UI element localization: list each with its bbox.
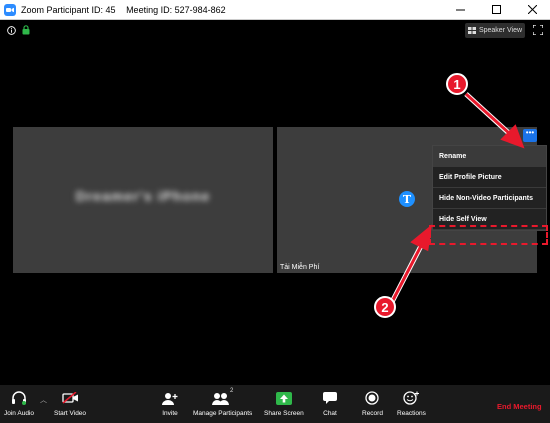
participant-id: Zoom Participant ID: 45: [21, 4, 116, 15]
invite-button[interactable]: Invite: [162, 388, 178, 417]
participant-name: Tải Miễn Phí: [280, 264, 320, 271]
start-video-button[interactable]: Start Video: [54, 388, 86, 417]
participant-name-blurred: Dreamer's iPhone: [75, 188, 211, 204]
close-icon: [527, 5, 537, 14]
maximize-button[interactable]: [478, 0, 514, 20]
info-icon[interactable]: [7, 25, 16, 35]
share-screen-icon: [275, 391, 292, 405]
reactions-label: Reactions: [397, 410, 426, 417]
speaker-view-label: Speaker View: [478, 27, 523, 34]
participant-context-menu: Rename Edit Profile Picture Hide Non-Vid…: [432, 145, 547, 231]
speaker-view-button[interactable]: Speaker View: [465, 23, 525, 38]
start-video-label: Start Video: [54, 410, 87, 417]
participants-icon: [211, 392, 229, 405]
participant-count: 2: [229, 388, 234, 394]
share-screen-button[interactable]: Share Screen: [264, 388, 304, 417]
ellipsis-icon: •••: [525, 128, 535, 137]
manage-participants-button[interactable]: 2 Manage Participants: [193, 388, 252, 417]
close-button[interactable]: [514, 0, 550, 20]
menu-item-rename[interactable]: Rename: [433, 146, 546, 167]
encryption-lock-icon[interactable]: [22, 25, 30, 35]
grid-icon: [467, 27, 476, 34]
title-bar: Zoom Participant ID: 45 Meeting ID: 527-…: [0, 0, 550, 20]
end-meeting-button[interactable]: End Meeting: [497, 402, 542, 411]
menu-item-edit-profile-picture[interactable]: Edit Profile Picture: [433, 167, 546, 188]
chat-button[interactable]: Chat: [323, 388, 337, 417]
menu-item-hide-non-video[interactable]: Hide Non-Video Participants: [433, 188, 546, 209]
meeting-toolbar: Join Audio ︿ Start Video Invite 2 Manage…: [0, 385, 550, 423]
chat-label: Chat: [323, 410, 337, 417]
zoom-app-icon: [4, 3, 16, 16]
invite-label: Invite: [162, 410, 178, 417]
fullscreen-icon[interactable]: [533, 25, 543, 35]
chat-icon: [323, 391, 337, 404]
minimize-icon: [455, 9, 465, 11]
manage-participants-label: Manage Participants: [193, 410, 253, 417]
maximize-icon: [491, 5, 501, 14]
smiley-plus-icon: [403, 391, 420, 405]
reactions-button[interactable]: Reactions: [397, 388, 426, 417]
audio-options-chevron-icon[interactable]: ︿: [40, 395, 47, 405]
record-label: Record: [362, 410, 383, 417]
video-tile-dreamer[interactable]: Dreamer's iPhone: [13, 127, 273, 273]
meeting-id: Meeting ID: 527-984-862: [126, 4, 226, 15]
record-button[interactable]: Record: [362, 388, 383, 417]
record-icon: [365, 391, 380, 405]
join-audio-label: Join Audio: [4, 410, 34, 417]
brand-logo: T: [399, 191, 415, 207]
window-title: Zoom Participant ID: 45 Meeting ID: 527-…: [21, 5, 442, 15]
highlight-box: [429, 225, 548, 245]
add-person-icon: [162, 392, 178, 405]
headphones-icon: [12, 391, 26, 405]
more-options-button[interactable]: •••: [523, 129, 537, 142]
step-2-badge: 2: [374, 296, 396, 318]
minimize-button[interactable]: [442, 0, 478, 20]
join-audio-button[interactable]: Join Audio: [4, 388, 34, 417]
share-screen-label: Share Screen: [264, 410, 304, 417]
step-1-badge: 1: [446, 73, 468, 95]
video-off-icon: [61, 392, 78, 404]
